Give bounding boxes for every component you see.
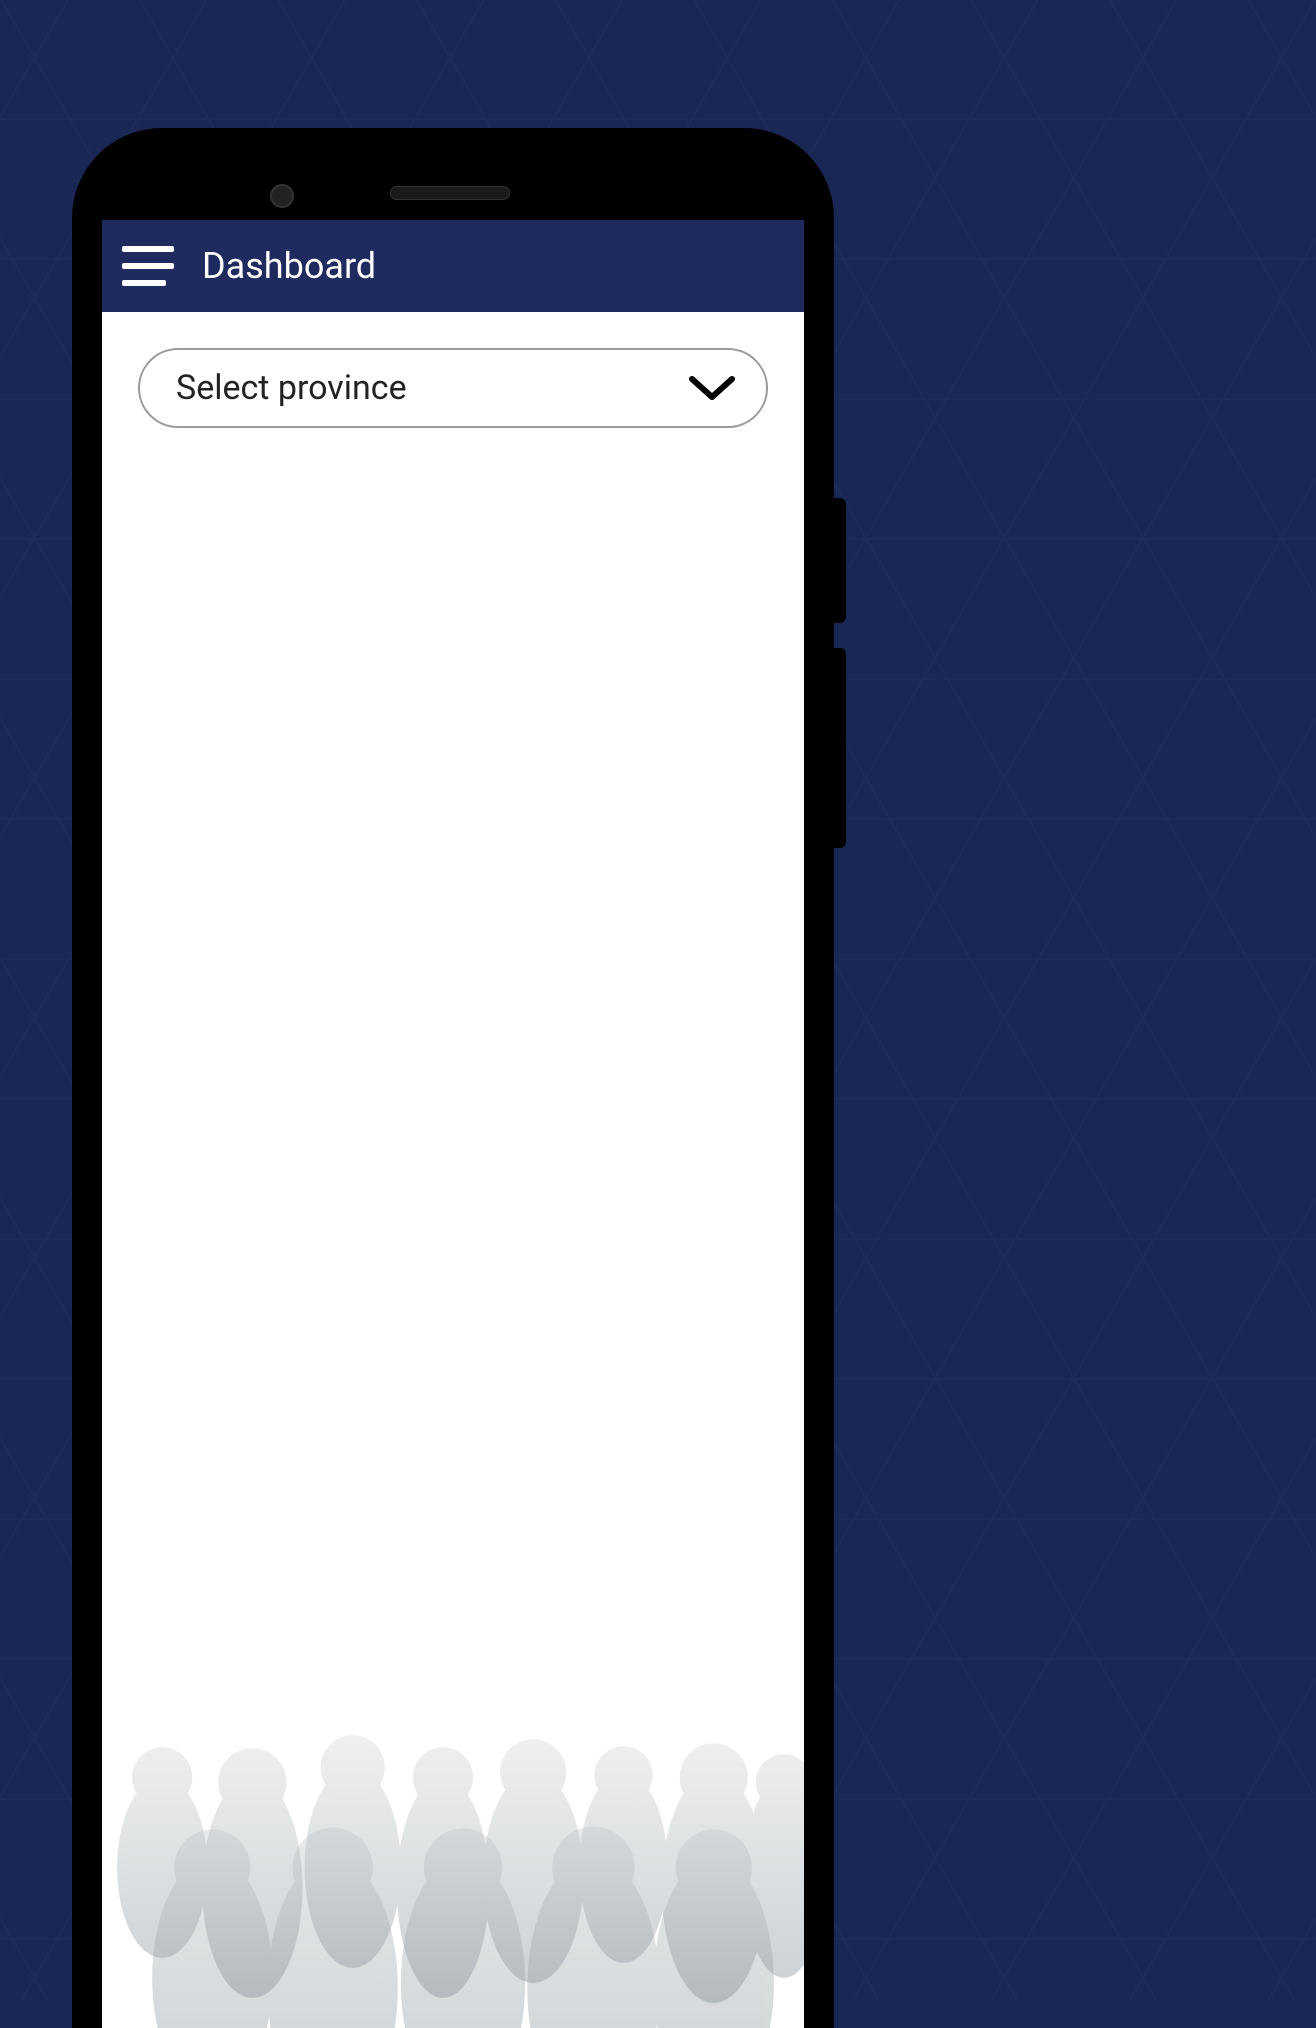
phone-speaker [390,186,510,200]
app-screen: Dashboard Select province [102,220,804,2028]
page-title: Dashboard [202,245,376,287]
phone-mockup: Dashboard Select province [72,128,834,2028]
hamburger-icon [122,263,174,269]
background-illustration [102,1508,804,2028]
phone-side-button [834,648,846,848]
hamburger-icon [122,280,166,286]
province-select[interactable]: Select province [138,348,768,428]
province-select-label: Select province [176,368,407,408]
content-area: Select province [102,312,804,2028]
menu-button[interactable] [122,246,174,286]
chevron-down-icon [688,373,736,403]
app-bar: Dashboard [102,220,804,312]
hamburger-icon [122,246,174,252]
phone-side-button [834,498,846,623]
phone-camera [270,184,294,208]
